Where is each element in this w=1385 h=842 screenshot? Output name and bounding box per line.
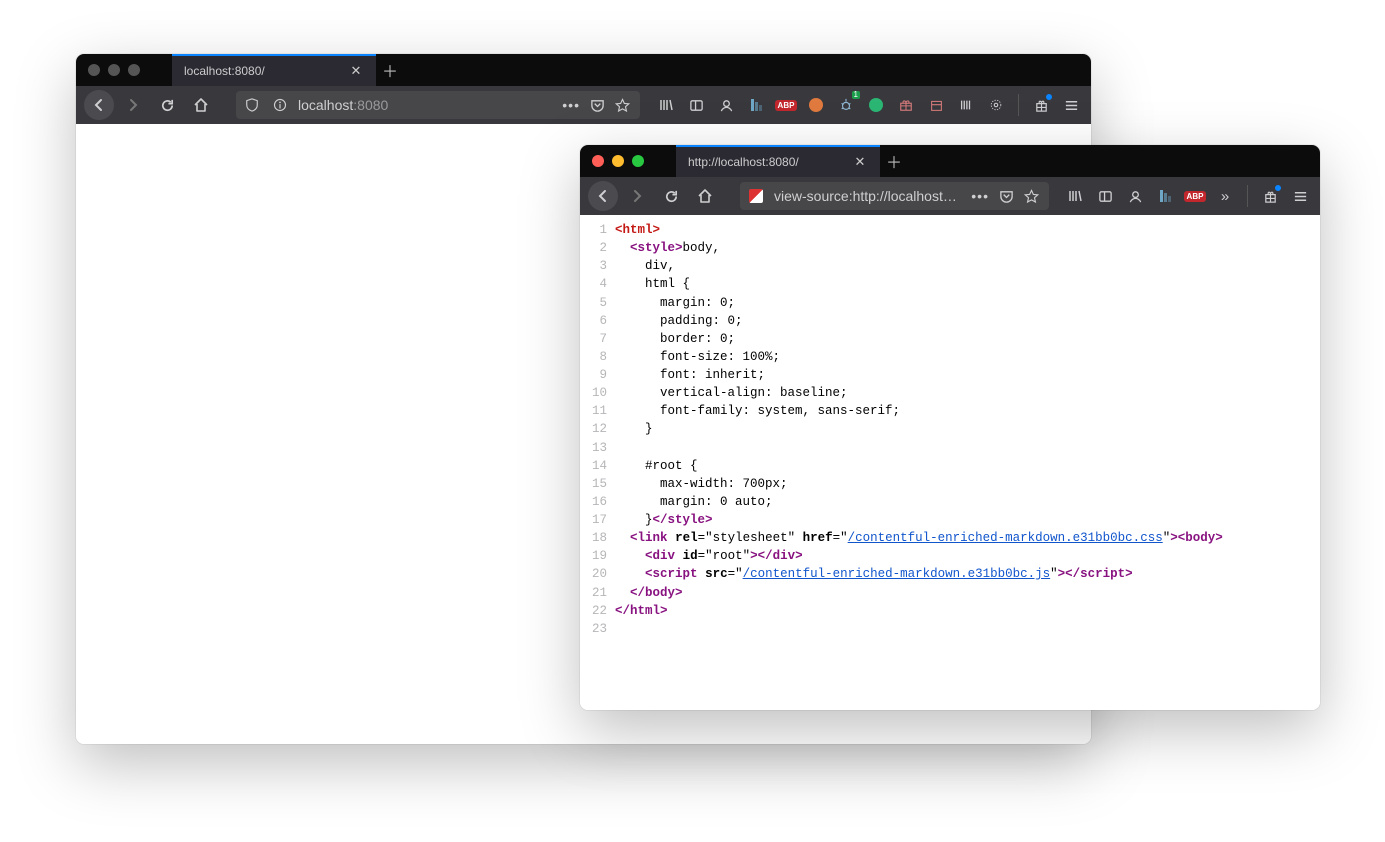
- titlebar: localhost:8080/ ✕ ＋: [76, 54, 1091, 86]
- new-tab-button[interactable]: ＋: [376, 54, 404, 86]
- toolbar-right: ABP »: [1059, 184, 1312, 208]
- pocket-icon[interactable]: [590, 98, 605, 113]
- tab-title: http://localhost:8080/: [688, 155, 842, 169]
- pocket-icon[interactable]: [999, 189, 1014, 204]
- tab-close-icon[interactable]: ✕: [852, 154, 868, 170]
- browser-window-front: http://localhost:8080/ ✕ ＋ view-source:h…: [580, 145, 1320, 710]
- window-close-dot[interactable]: [88, 64, 100, 76]
- extension-1-icon[interactable]: [744, 93, 768, 117]
- reload-button[interactable]: [656, 181, 686, 211]
- shield-icon[interactable]: [242, 95, 262, 115]
- window-max-dot[interactable]: [128, 64, 140, 76]
- tab-title: localhost:8080/: [184, 64, 338, 78]
- sidebar-icon[interactable]: [684, 93, 708, 117]
- library-icon[interactable]: [654, 93, 678, 117]
- home-button[interactable]: [690, 181, 720, 211]
- page-actions: •••: [967, 188, 1043, 204]
- source-view: 1 2 3 4 5 6 7 8 9 10 11 12 13 14 15 16 1…: [580, 215, 1320, 638]
- tab-close-icon[interactable]: ✕: [348, 63, 364, 79]
- titlebar: http://localhost:8080/ ✕ ＋: [580, 145, 1320, 177]
- new-tab-button[interactable]: ＋: [880, 145, 908, 177]
- window-controls: [580, 145, 656, 177]
- url-text: view-source:http://localhost:8080/: [774, 188, 959, 204]
- back-button[interactable]: [84, 90, 114, 120]
- page-actions-more[interactable]: •••: [971, 188, 989, 204]
- url-host: localhost: [298, 97, 353, 113]
- account-icon[interactable]: [714, 93, 738, 117]
- window-max-dot[interactable]: [632, 155, 644, 167]
- info-icon[interactable]: [270, 95, 290, 115]
- page-actions-more[interactable]: •••: [562, 97, 580, 113]
- toolbar-separator: [1018, 94, 1019, 116]
- tab-active[interactable]: localhost:8080/ ✕: [172, 54, 376, 86]
- url-bar[interactable]: view-source:http://localhost:8080/ •••: [740, 182, 1049, 210]
- page-content-source: 1 2 3 4 5 6 7 8 9 10 11 12 13 14 15 16 1…: [580, 215, 1320, 710]
- url-text: localhost:8080: [298, 97, 550, 113]
- extension-1-icon[interactable]: [1153, 184, 1177, 208]
- source-code[interactable]: <html> <style>body, div, html { margin: …: [615, 221, 1223, 638]
- window-min-dot[interactable]: [612, 155, 624, 167]
- forward-button[interactable]: [118, 90, 148, 120]
- window-close-dot[interactable]: [592, 155, 604, 167]
- reload-button[interactable]: [152, 90, 182, 120]
- extension-badge-count: 1: [852, 91, 860, 99]
- view-source-icon: [746, 186, 766, 206]
- line-number-gutter: 1 2 3 4 5 6 7 8 9 10 11 12 13 14 15 16 1…: [580, 221, 615, 638]
- extension-bug-icon[interactable]: 1: [834, 93, 858, 117]
- library-icon[interactable]: [1063, 184, 1087, 208]
- back-button[interactable]: [588, 181, 618, 211]
- page-actions: •••: [558, 97, 634, 113]
- app-menu-icon[interactable]: [1059, 93, 1083, 117]
- window-min-dot[interactable]: [108, 64, 120, 76]
- extension-green-icon[interactable]: [864, 93, 888, 117]
- url-bar[interactable]: localhost:8080 •••: [236, 91, 640, 119]
- tab-active[interactable]: http://localhost:8080/ ✕: [676, 145, 880, 177]
- bookmark-star-icon[interactable]: [615, 98, 630, 113]
- whats-new-icon[interactable]: [1029, 93, 1053, 117]
- extension-cal-icon[interactable]: [924, 93, 948, 117]
- app-menu-icon[interactable]: [1288, 184, 1312, 208]
- url-port: :8080: [353, 97, 388, 113]
- home-button[interactable]: [186, 90, 216, 120]
- overflow-chevron-icon[interactable]: »: [1213, 184, 1237, 208]
- toolbar: localhost:8080 •••: [76, 86, 1091, 124]
- extension-gear-icon[interactable]: [984, 93, 1008, 117]
- notification-dot-icon: [1275, 185, 1281, 191]
- account-icon[interactable]: [1123, 184, 1147, 208]
- extension-bars-icon[interactable]: [954, 93, 978, 117]
- sidebar-icon[interactable]: [1093, 184, 1117, 208]
- forward-button[interactable]: [622, 181, 652, 211]
- extension-abp-icon[interactable]: ABP: [1183, 184, 1207, 208]
- extension-gift-icon[interactable]: [894, 93, 918, 117]
- toolbar-right: ABP 1: [650, 93, 1083, 117]
- toolbar: view-source:http://localhost:8080/ •••: [580, 177, 1320, 215]
- notification-dot-icon: [1046, 94, 1052, 100]
- window-controls: [76, 54, 152, 86]
- toolbar-separator: [1247, 185, 1248, 207]
- whats-new-icon[interactable]: [1258, 184, 1282, 208]
- extension-orange-icon[interactable]: [804, 93, 828, 117]
- bookmark-star-icon[interactable]: [1024, 189, 1039, 204]
- extension-abp-icon[interactable]: ABP: [774, 93, 798, 117]
